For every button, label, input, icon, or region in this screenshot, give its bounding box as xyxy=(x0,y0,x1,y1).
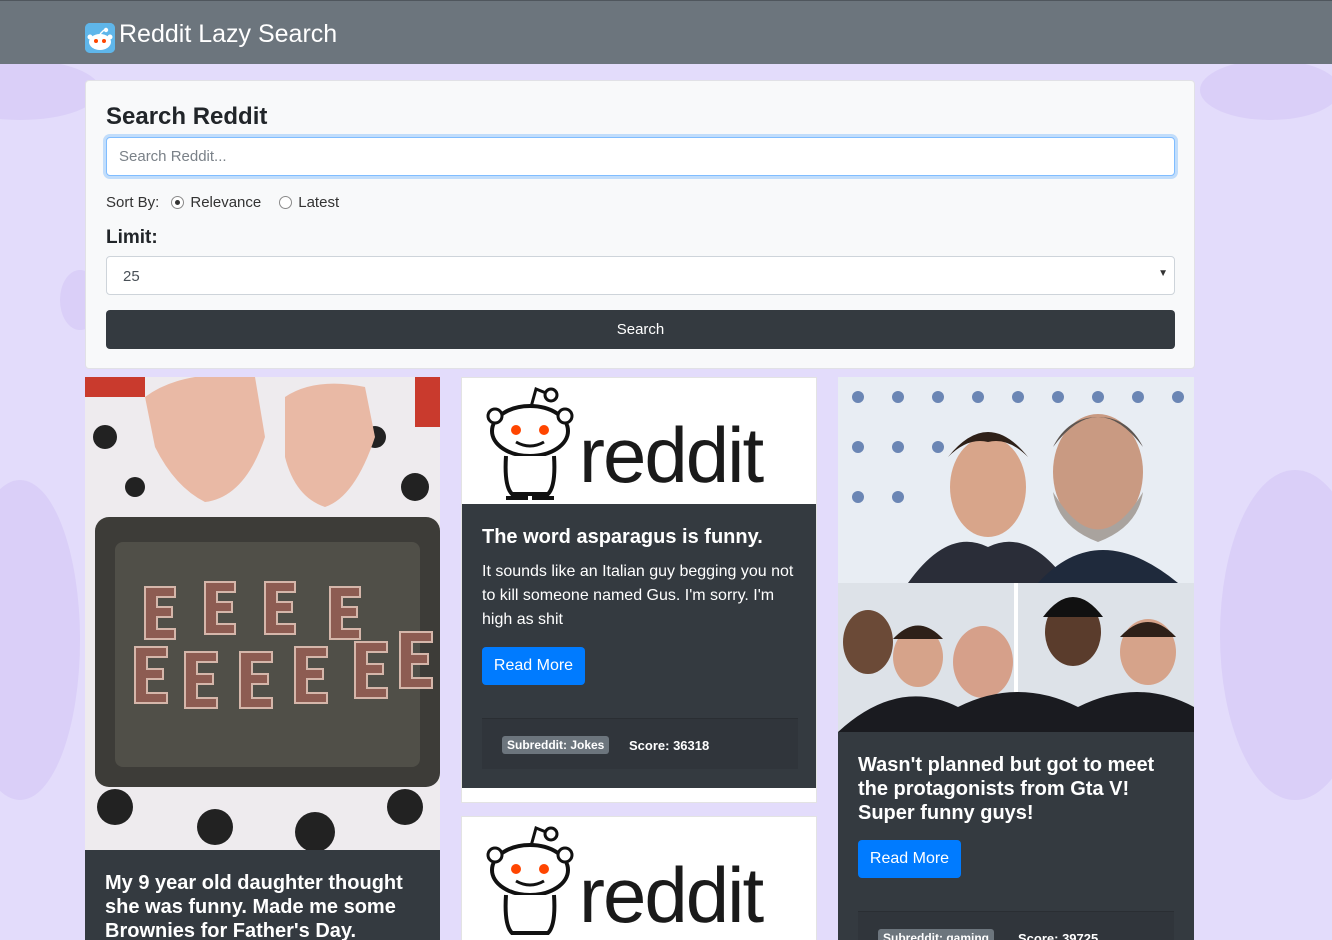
subreddit-badge: Subreddit: Jokes xyxy=(502,736,610,754)
background-blob xyxy=(1200,60,1332,120)
subreddit-badge: Subreddit: gaming xyxy=(878,929,994,940)
sort-relevance-option[interactable]: Relevance xyxy=(171,194,261,211)
post-card: My 9 year old daughter thought she was f… xyxy=(85,377,440,940)
background-blob xyxy=(1220,470,1332,800)
limit-value: 25 xyxy=(123,268,140,285)
post-card-body: Wasn't planned but got to meet the prota… xyxy=(838,732,1194,940)
post-card: Wasn't planned but got to meet the prota… xyxy=(838,377,1194,940)
post-image-gta-actors xyxy=(838,377,1194,732)
post-card: reddit The word asparagus is funny. It s… xyxy=(461,377,817,803)
reddit-logo-image: reddit xyxy=(462,378,816,504)
sort-options: Sort By: Relevance Latest xyxy=(106,194,339,211)
brand-link[interactable]: Reddit Lazy Search xyxy=(85,19,338,53)
post-card: reddit xyxy=(461,816,817,940)
search-input[interactable] xyxy=(106,137,1175,176)
sort-latest-radio[interactable] xyxy=(279,196,293,209)
reddit-logo-image: reddit xyxy=(462,817,816,940)
reddit-wordmark: reddit xyxy=(579,851,764,939)
reddit-alien-logo-icon xyxy=(85,23,115,53)
post-score: Score: 36318 xyxy=(629,738,710,753)
post-score: Score: 39725 xyxy=(1018,931,1099,940)
read-more-button[interactable]: Read More xyxy=(482,647,585,685)
read-more-button[interactable]: Read More xyxy=(858,840,961,878)
sort-latest-option[interactable]: Latest xyxy=(279,194,339,211)
sort-latest-label: Latest xyxy=(298,194,340,211)
post-footer: Subreddit: Jokes Score: 36318 xyxy=(482,718,798,769)
app-title: Reddit Lazy Search xyxy=(119,20,338,48)
limit-select[interactable]: 25 ▼ xyxy=(106,256,1175,295)
post-title: Wasn't planned but got to meet the prota… xyxy=(858,754,1155,824)
search-button[interactable]: Search xyxy=(106,310,1175,349)
reddit-wordmark: reddit xyxy=(579,411,764,499)
sort-label: Sort By: xyxy=(106,194,160,211)
chevron-down-icon: ▼ xyxy=(1158,268,1168,279)
top-navbar: Reddit Lazy Search xyxy=(0,0,1332,64)
limit-label: Limit: xyxy=(106,227,158,248)
post-footer: Subreddit: gaming Score: 39725 xyxy=(858,911,1174,940)
search-heading: Search Reddit xyxy=(106,103,268,130)
post-image-brownies xyxy=(85,377,440,850)
background-blob xyxy=(0,480,80,800)
post-title: My 9 year old daughter thought she was f… xyxy=(105,872,403,940)
post-card-body: The word asparagus is funny. It sounds l… xyxy=(462,504,816,788)
post-title: The word asparagus is funny. xyxy=(482,526,763,548)
sort-relevance-radio[interactable] xyxy=(171,196,185,209)
search-form-card: Search Reddit Sort By: Relevance Latest … xyxy=(85,80,1195,369)
post-excerpt: It sounds like an Italian guy begging yo… xyxy=(482,563,794,628)
post-card-body: My 9 year old daughter thought she was f… xyxy=(85,850,440,940)
sort-relevance-label: Relevance xyxy=(190,194,262,211)
